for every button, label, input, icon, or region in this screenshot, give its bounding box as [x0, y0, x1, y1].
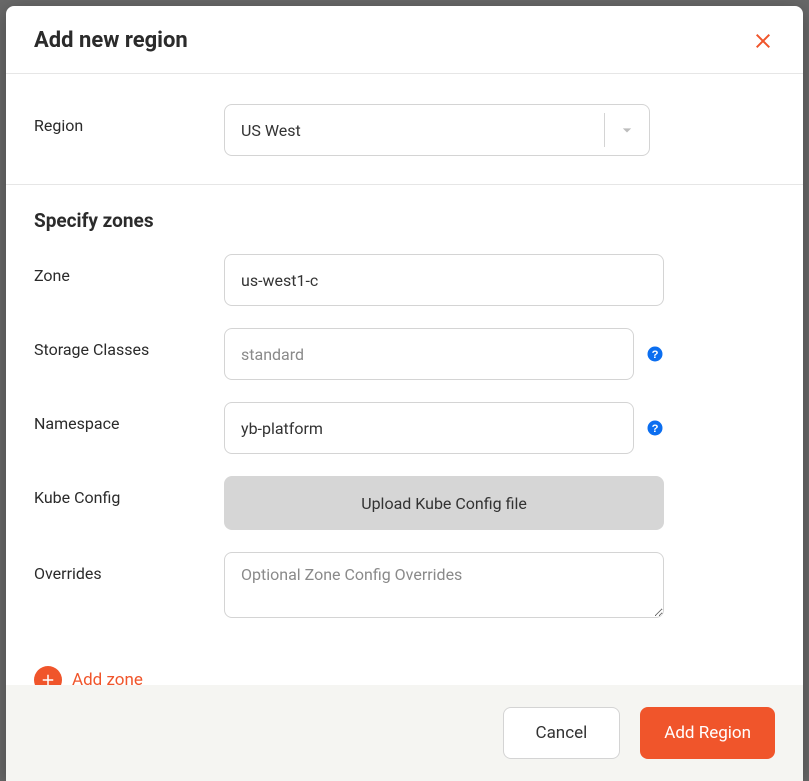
storage-label: Storage Classes: [34, 328, 224, 359]
zone-input[interactable]: [224, 254, 664, 306]
add-region-modal: Add new region Region US West: [6, 6, 803, 781]
overrides-textarea[interactable]: [224, 552, 664, 618]
region-section: Region US West: [6, 74, 803, 185]
namespace-label: Namespace: [34, 402, 224, 433]
add-zone-button[interactable]: Add zone: [34, 666, 143, 685]
zone-row: Zone: [34, 254, 775, 306]
overrides-label: Overrides: [34, 552, 224, 583]
region-control: US West: [224, 104, 664, 156]
region-select-value: US West: [225, 105, 604, 155]
storage-row: Storage Classes ?: [34, 328, 775, 380]
svg-text:?: ?: [652, 349, 659, 361]
region-select-arrow: [605, 105, 649, 155]
plus-circle-icon: [34, 666, 62, 685]
chevron-down-icon: [617, 120, 637, 140]
kubeconfig-label: Kube Config: [34, 476, 224, 507]
help-icon[interactable]: ?: [646, 419, 664, 437]
svg-text:?: ?: [652, 423, 659, 435]
add-zone-label: Add zone: [72, 670, 143, 685]
cancel-button[interactable]: Cancel: [503, 707, 621, 759]
kubeconfig-control: Upload Kube Config file: [224, 476, 664, 530]
namespace-row: Namespace ?: [34, 402, 775, 454]
modal-footer: Cancel Add Region: [6, 685, 803, 781]
kubeconfig-row: Kube Config Upload Kube Config file: [34, 476, 775, 530]
storage-control: ?: [224, 328, 664, 380]
modal-body: Region US West Specify zones: [6, 74, 803, 685]
overrides-control: [224, 552, 664, 618]
zone-label: Zone: [34, 254, 224, 285]
zones-section-title: Specify zones: [34, 209, 775, 232]
modal-header: Add new region: [6, 6, 803, 74]
region-row: Region US West: [34, 104, 775, 156]
help-icon[interactable]: ?: [646, 345, 664, 363]
namespace-input[interactable]: [224, 402, 634, 454]
modal-title: Add new region: [34, 28, 188, 53]
plus-icon: [39, 671, 57, 685]
region-label: Region: [34, 104, 224, 135]
region-select[interactable]: US West: [224, 104, 650, 156]
upload-kubeconfig-button[interactable]: Upload Kube Config file: [224, 476, 664, 530]
zones-section: Specify zones Zone Storage Classes ?: [6, 185, 803, 685]
close-icon[interactable]: [751, 29, 775, 53]
zone-control: [224, 254, 664, 306]
close-x-icon: [751, 29, 775, 53]
add-region-button[interactable]: Add Region: [640, 707, 775, 759]
namespace-control: ?: [224, 402, 664, 454]
storage-input[interactable]: [224, 328, 634, 380]
overrides-row: Overrides: [34, 552, 775, 618]
